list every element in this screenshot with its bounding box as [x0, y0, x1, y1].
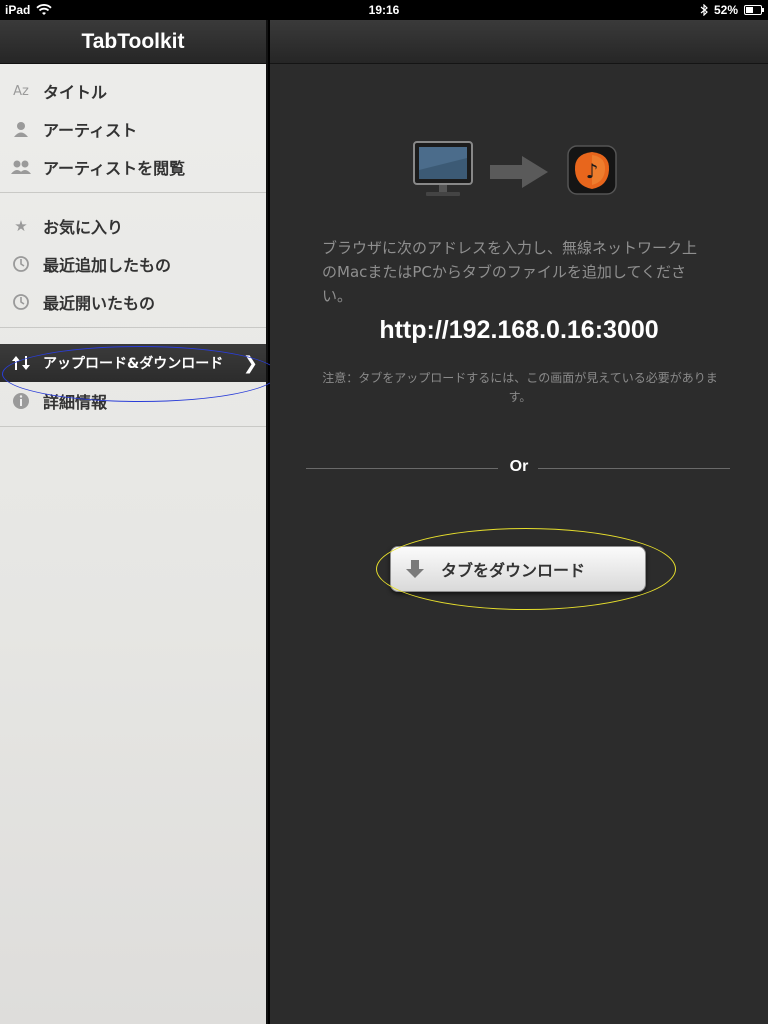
sidebar-item-label: タイトル [43, 83, 108, 102]
sidebar-item-artist[interactable]: アーティスト [0, 110, 266, 148]
up-down-arrows-icon [10, 352, 32, 374]
sidebar-item-label: 最近追加したもの [43, 256, 172, 275]
battery-percent: 52% [713, 3, 738, 17]
sidebar-item-recently-added[interactable]: 最近追加したもの [0, 245, 266, 283]
menu-group-library: Az タイトル アーティスト アーティストを閲覧 [0, 64, 266, 193]
battery-level [746, 7, 754, 13]
server-url: http://192.168.0.16:3000 [379, 316, 659, 344]
sidebar-item-about[interactable]: 詳細情報 [0, 382, 266, 420]
divider-right [538, 468, 730, 469]
sidebar-item-favorites[interactable]: ★ お気に入り [0, 207, 266, 245]
sidebar-item-label: 最近開いたもの [43, 294, 156, 313]
download-button-label: タブをダウンロード [441, 561, 586, 580]
transfer-illustration: ♪ [413, 141, 617, 196]
sidebar-item-label: お気に入り [43, 218, 124, 237]
main-toolbar [270, 20, 768, 64]
download-arrow-icon [403, 557, 427, 581]
clock-icon [10, 291, 32, 313]
info-icon [10, 390, 32, 412]
status-bar: iPad 19:16 52% [0, 0, 768, 20]
az-icon: Az [13, 83, 29, 99]
arrow-right-icon [490, 156, 548, 188]
or-label: Or [509, 458, 529, 475]
sidebar-item-label: アップロード&ダウンロード [43, 356, 224, 372]
download-tabs-button[interactable]: タブをダウンロード [390, 546, 646, 592]
main-panel: ♪ ブラウザに次のアドレスを入力し、無線ネットワーク上のMacまたはPCからタブ… [270, 20, 768, 1024]
monitor-icon [413, 141, 473, 196]
menu-group-recent: ★ お気に入り 最近追加したもの 最近開いたもの [0, 193, 266, 328]
sidebar-item-label: アーティスト [43, 121, 138, 140]
menu-group-tools: アップロード&ダウンロード ❯ 詳細情報 [0, 328, 266, 427]
chevron-right-icon: ❯ [242, 352, 258, 374]
clock-icon [10, 253, 32, 275]
tabtoolkit-app-icon: ♪ [567, 145, 617, 195]
sidebar-item-upload-download[interactable]: アップロード&ダウンロード ❯ [0, 344, 266, 382]
battery-icon [744, 5, 764, 15]
sidebar-title: TabToolkit [0, 20, 266, 64]
people-icon [10, 156, 32, 178]
svg-text:♪: ♪ [586, 159, 599, 183]
sidebar: TabToolkit Az タイトル アーティスト アーティストを閲覧 ★ お気… [0, 20, 268, 1024]
sidebar-item-title[interactable]: Az タイトル [0, 72, 266, 110]
person-icon [10, 118, 32, 140]
star-icon: ★ [14, 217, 28, 235]
instructions-text: ブラウザに次のアドレスを入力し、無線ネットワーク上のMacまたはPCからタブのフ… [322, 239, 698, 305]
sidebar-item-browse-artists[interactable]: アーティストを閲覧 [0, 148, 266, 186]
bluetooth-icon [700, 4, 708, 16]
clock: 19:16 [368, 3, 400, 17]
sidebar-item-recently-opened[interactable]: 最近開いたもの [0, 283, 266, 321]
visibility-note: 注意：タブをアップロードするには、この画面が見えている必要があります。 [322, 371, 718, 404]
sidebar-item-label: 詳細情報 [43, 393, 108, 412]
sidebar-item-label: アーティストを閲覧 [43, 159, 186, 178]
